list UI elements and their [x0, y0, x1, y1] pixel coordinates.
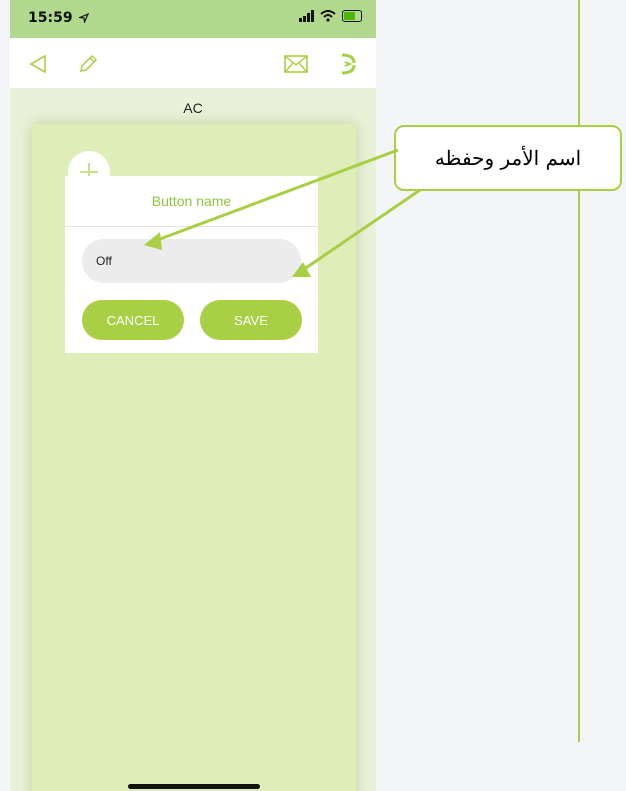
status-icons	[299, 10, 362, 22]
dialog-title: Button name	[65, 176, 318, 227]
cancel-button[interactable]: CANCEL	[82, 300, 184, 340]
ir-icon	[341, 53, 356, 75]
mail-icon	[284, 55, 308, 73]
location-arrow-icon	[78, 12, 90, 25]
back-icon	[29, 54, 46, 74]
status-bar: 15:59	[10, 0, 376, 38]
edit-icon	[80, 54, 98, 72]
battery-icon	[342, 10, 362, 22]
status-time: 15:59	[28, 10, 90, 26]
save-button[interactable]: SAVE	[200, 300, 302, 340]
home-indicator	[128, 784, 260, 789]
annotation-callout: اسم الأمر وحفظه	[394, 125, 622, 191]
mail-button[interactable]	[282, 50, 310, 78]
divider-line	[578, 0, 580, 742]
phone-screen: 15:59 AC Button name Off CANCEL SAVE	[10, 0, 376, 791]
edit-button[interactable]	[74, 50, 102, 78]
signal-icon	[299, 10, 314, 22]
back-button[interactable]	[24, 50, 52, 78]
page-title: AC	[183, 100, 203, 116]
button-name-dialog: Button name CANCEL SAVE	[65, 176, 318, 353]
wifi-icon	[320, 10, 336, 22]
nav-bar	[10, 38, 376, 88]
button-name-input[interactable]	[82, 239, 301, 283]
ir-button[interactable]	[334, 50, 362, 78]
